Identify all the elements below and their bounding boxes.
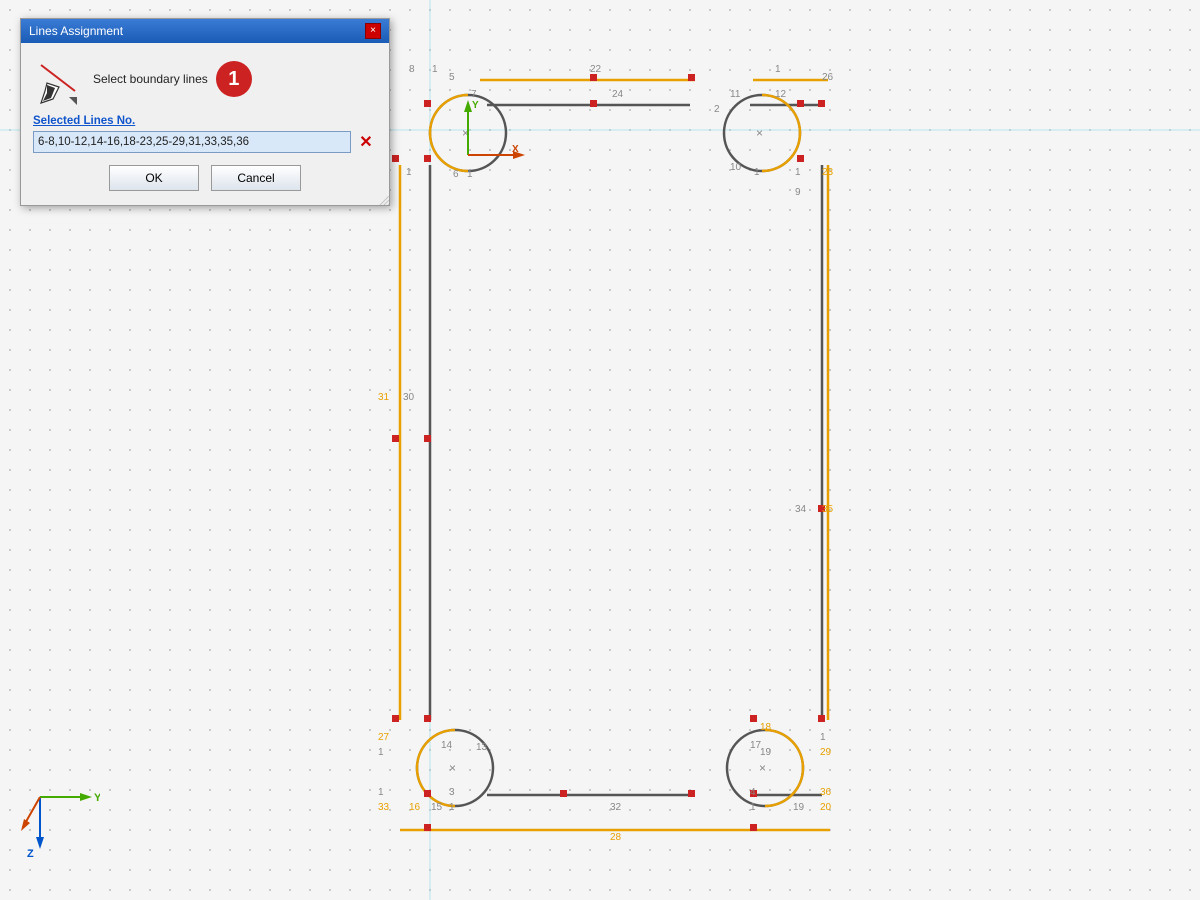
svg-text:11: 11 [730,89,741,100]
dialog-title: Lines Assignment [29,24,123,38]
svg-text:1: 1 [750,802,756,813]
svg-text:32: 32 [610,802,622,813]
svg-text:20: 20 [820,802,832,813]
instruction-row: Select boundary lines 1 [33,53,377,105]
svg-text:22: 22 [590,64,602,75]
svg-text:10: 10 [730,162,742,173]
lines-assignment-dialog: Lines Assignment × Select boundary lines… [20,18,390,206]
step-number-badge: 1 [216,61,252,97]
resize-handle[interactable] [379,195,389,205]
svg-text:26: 26 [822,72,834,83]
svg-text:1: 1 [378,747,384,758]
selected-lines-label: Selected Lines No. [33,115,377,127]
svg-text:31: 31 [378,392,390,403]
close-button[interactable]: × [365,23,381,39]
svg-text:4: 4 [750,787,756,798]
svg-text:23: 23 [822,167,834,178]
svg-text:X: X [512,144,519,155]
svg-text:13: 13 [476,742,488,753]
svg-text:15: 15 [431,802,443,813]
svg-text:×: × [449,761,456,775]
svg-text:1: 1 [775,64,781,75]
svg-text:30: 30 [403,392,415,403]
clear-input-button[interactable]: ✕ [355,131,377,153]
ok-button[interactable]: OK [109,165,199,191]
svg-text:1: 1 [449,802,455,813]
svg-text:1: 1 [432,64,438,75]
svg-text:19: 19 [793,802,805,813]
svg-text:28: 28 [610,832,622,843]
svg-text:18: 18 [760,722,772,733]
cursor-icon [33,53,85,105]
svg-text:Y: Y [472,100,479,111]
svg-text:12: 12 [775,89,787,100]
svg-text:14: 14 [441,740,453,751]
svg-text:1: 1 [795,167,801,178]
coordinate-axes: Z Y [20,777,100,860]
z-axis-label: Z [27,848,34,857]
svg-text:3: 3 [449,787,455,798]
svg-text:1: 1 [467,169,473,180]
svg-text:33: 33 [378,802,390,813]
svg-text:1: 1 [378,787,384,798]
svg-text:27: 27 [378,732,390,743]
dialog-titlebar: Lines Assignment × [21,19,389,43]
y-axis-label: Y [94,792,100,804]
svg-text:6: 6 [453,169,459,180]
svg-text:1: 1 [754,167,760,178]
svg-text:16: 16 [409,802,421,813]
instruction-text: Select boundary lines [93,72,208,86]
svg-text:19: 19 [760,747,772,758]
svg-text:34: 34 [795,504,807,515]
svg-text:35: 35 [822,504,834,515]
cancel-button[interactable]: Cancel [211,165,301,191]
svg-text:36: 36 [820,787,832,798]
svg-text:1: 1 [820,732,826,743]
svg-text:2: 2 [714,104,720,115]
lines-input[interactable] [33,131,351,153]
svg-text:1: 1 [406,167,412,178]
svg-text:×: × [756,126,763,140]
dialog-body: Select boundary lines 1 Selected Lines N… [21,43,389,205]
button-row: OK Cancel [33,165,377,191]
svg-text:5: 5 [449,72,455,83]
svg-text:29: 29 [820,747,832,758]
input-row: ✕ [33,131,377,153]
svg-text:24: 24 [612,89,624,100]
cursor-icon-box [33,53,85,105]
svg-text:9: 9 [795,187,801,198]
svg-text:7: 7 [471,89,477,100]
svg-text:×: × [759,761,766,775]
svg-text:8: 8 [409,64,415,75]
